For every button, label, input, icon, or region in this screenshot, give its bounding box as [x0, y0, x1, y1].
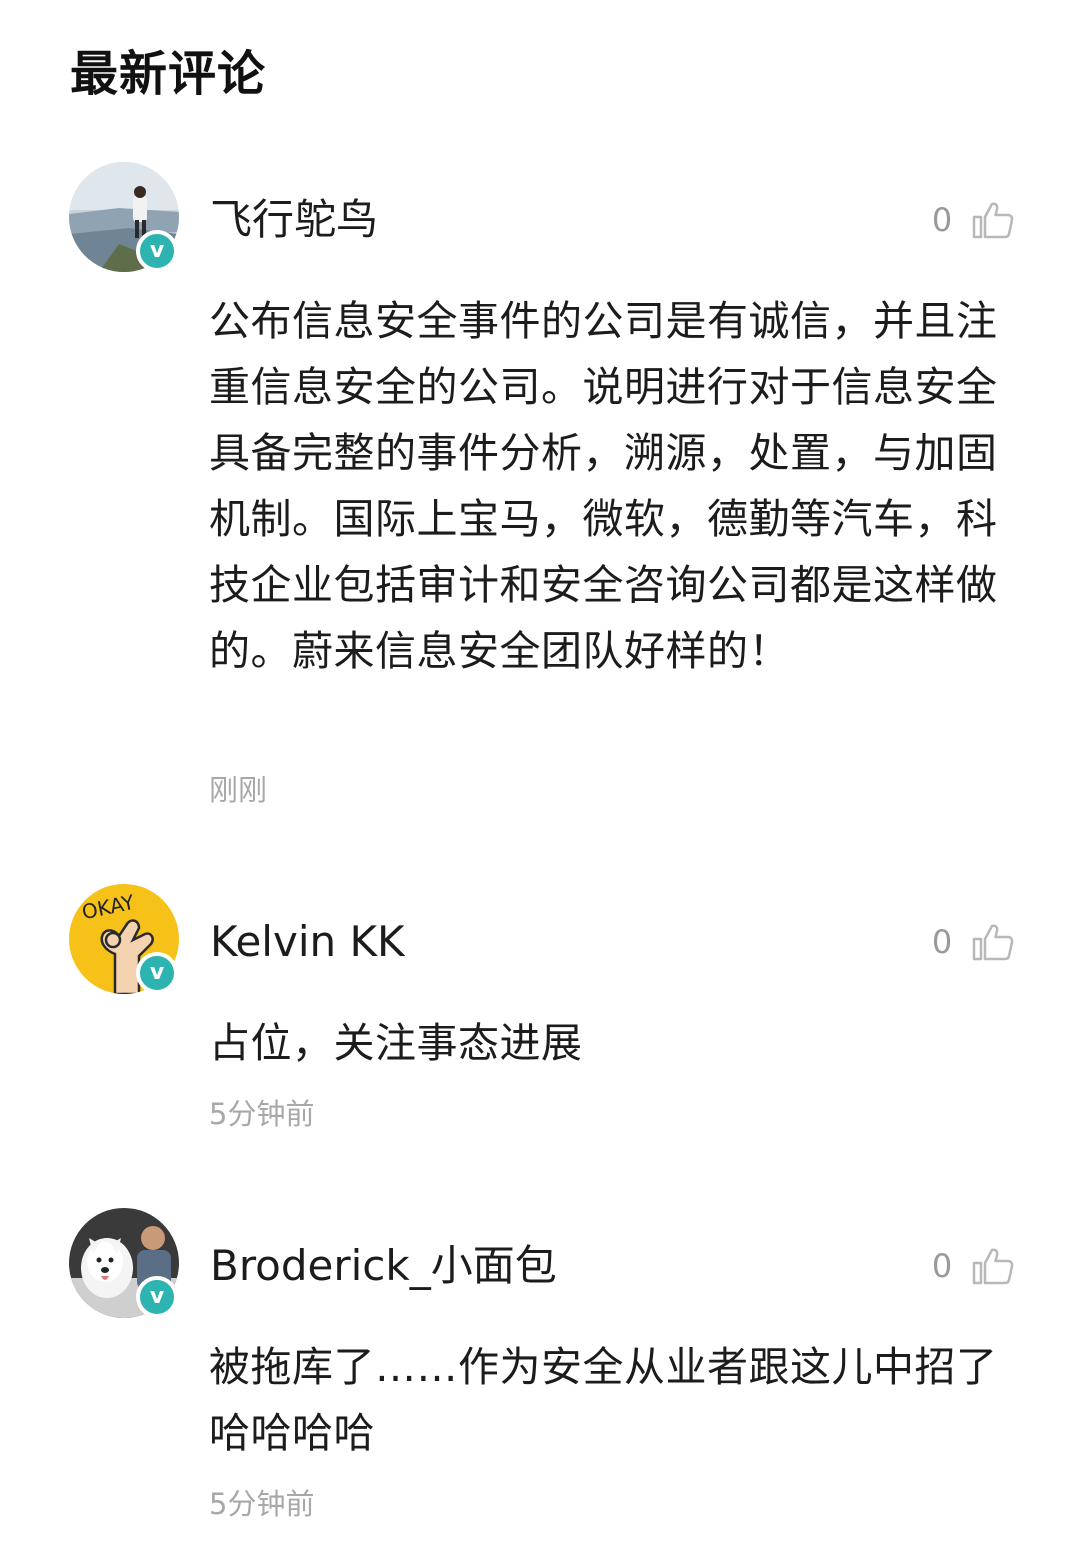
like-button[interactable]: 0: [930, 1244, 1014, 1288]
comment-timestamp: 5分钟前: [209, 1097, 315, 1131]
comment-text: 公布信息安全事件的公司是有诚信，并且注重信息安全的公司。说明进行对于信息安全具备…: [209, 297, 998, 675]
comment-timestamp: 5分钟前: [209, 1487, 315, 1521]
like-button[interactable]: 0: [930, 198, 1014, 242]
comment-timestamp: 刚刚: [209, 773, 268, 807]
like-count: 0: [931, 923, 953, 961]
thumbs-up-icon[interactable]: [972, 200, 1014, 240]
thumbs-up-icon[interactable]: [972, 1246, 1014, 1286]
comment-username[interactable]: Kelvin KK: [210, 914, 405, 970]
comment-text: 被拖库了……作为安全从业者跟这儿中招了哈哈哈哈: [209, 1343, 998, 1457]
like-button[interactable]: 0: [930, 920, 1014, 964]
comment-username[interactable]: 飞行鸵鸟: [210, 192, 378, 248]
verified-badge: v: [136, 1276, 178, 1318]
page-title: 最新评论: [70, 46, 267, 102]
like-count: 0: [931, 1247, 953, 1285]
comment-username[interactable]: Broderick_小面包: [210, 1238, 557, 1294]
like-count: 0: [931, 201, 953, 239]
verified-badge: v: [136, 230, 178, 272]
thumbs-up-icon[interactable]: [972, 922, 1014, 962]
verified-badge: v: [136, 952, 178, 994]
comment-text: 占位，关注事态进展: [209, 1019, 583, 1067]
